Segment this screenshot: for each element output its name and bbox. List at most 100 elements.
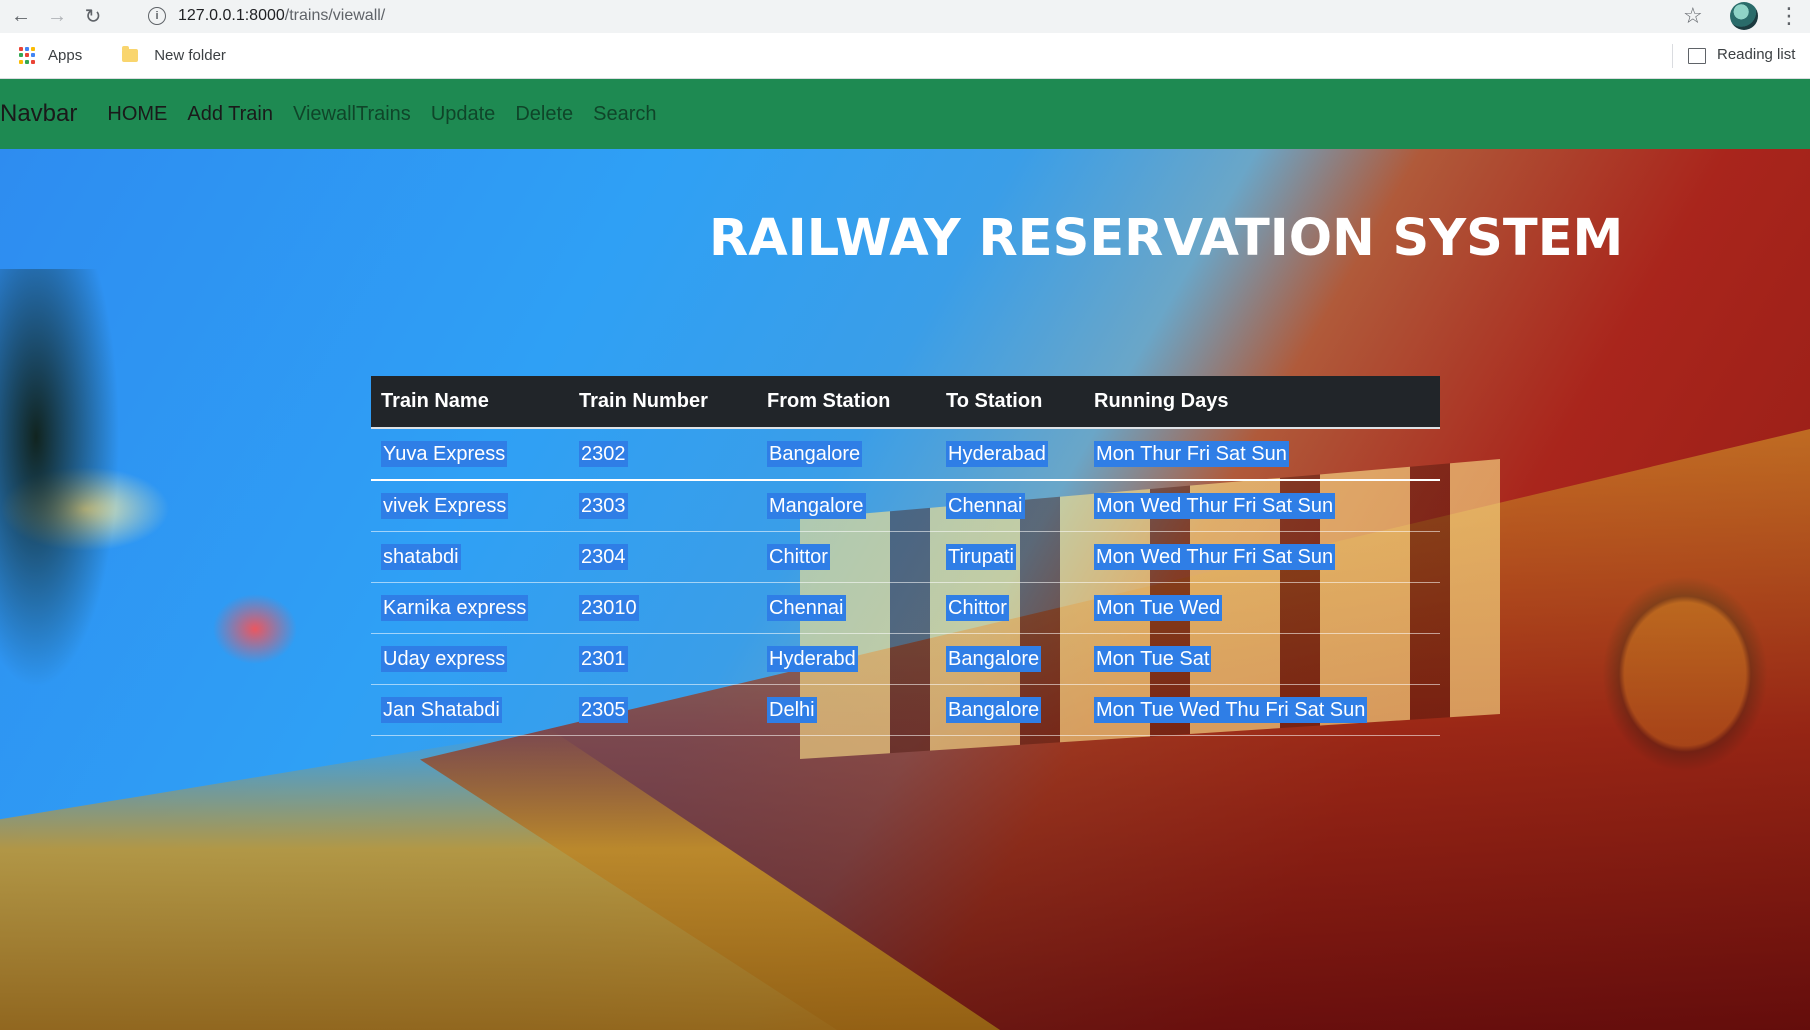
cell-running-days: Mon Thur Fri Sat Sun [1084,428,1440,481]
cell-train-number: 2301 [569,633,757,685]
cell-text: Mon Wed Thur Fri Sat Sun [1094,543,1336,570]
cell-text: Yuva Express [381,440,508,467]
nav-link-home[interactable]: HOME [107,103,167,126]
table-row: Karnika express 23010 Chennai Chittor Mo… [371,582,1440,634]
cell-text: Chennai [767,594,846,621]
cell-to-station: Tirupati [936,531,1084,583]
cell-text: 2305 [579,696,628,723]
cell-text: Jan Shatabdi [381,696,502,723]
cell-text: Bangalore [946,645,1042,672]
cell-text: Bangalore [767,440,863,467]
cell-from-station: Bangalore [757,428,936,481]
cell-train-number: 2305 [569,684,757,736]
table-row: Uday express 2301 Hyderabd Bangalore Mon… [371,633,1440,685]
cell-text: Mon Tue Wed Thu Fri Sat Sun [1094,696,1368,723]
back-arrow-icon[interactable]: ← [6,2,36,32]
cell-running-days: Mon Wed Thur Fri Sat Sun [1084,480,1440,532]
table-header-row: Train Name Train Number From Station To … [371,376,1440,429]
cell-text: shatabdi [381,543,461,570]
table-row: shatabdi 2304 Chittor Tirupati Mon Wed T… [371,531,1440,583]
bookmarks-bar: Apps New folder Reading list [0,33,1810,79]
bookmark-new-folder[interactable]: New folder [154,47,226,64]
cell-text: vivek Express [381,492,509,519]
cell-running-days: Mon Tue Wed Thu Fri Sat Sun [1084,684,1440,736]
nav-link-delete[interactable]: Delete [515,103,573,126]
nav-link-search[interactable]: Search [593,103,656,126]
cell-text: Chittor [767,543,830,570]
bookmark-star-icon[interactable]: ☆ [1683,3,1703,29]
cell-running-days: Mon Tue Wed [1084,582,1440,634]
header-to-station: To Station [936,376,1084,429]
cell-to-station: Hyderabad [936,428,1084,481]
cell-to-station: Bangalore [936,684,1084,736]
reading-list-icon[interactable] [1688,48,1706,64]
cell-text: Hyderabd [767,645,858,672]
cell-from-station: Hyderabd [757,633,936,685]
cell-train-name: Uday express [371,633,569,685]
divider [1672,44,1673,68]
cell-train-name: Jan Shatabdi [371,684,569,736]
url-text[interactable]: 127.0.0.1:8000/trains/viewall/ [178,7,385,25]
cell-text: Hyderabad [946,440,1048,467]
cell-train-number: 2302 [569,428,757,481]
header-train-number: Train Number [569,376,757,429]
apps-grid-icon[interactable] [19,46,37,65]
url-host: 127.0.0.1:8000 [178,7,285,24]
navbar-brand[interactable]: Navbar [0,100,77,128]
cell-train-number: 2303 [569,480,757,532]
cell-text: Karnika express [381,594,529,621]
reading-list-button[interactable]: Reading list [1717,46,1795,63]
bookmark-apps[interactable]: Apps [48,47,82,64]
cell-from-station: Mangalore [757,480,936,532]
cell-train-number: 2304 [569,531,757,583]
page-content: Navbar HOME Add Train ViewallTrains Upda… [0,79,1810,1030]
page-title: RAILWAY RESERVATION SYSTEM [709,209,1624,268]
folder-icon [122,46,139,62]
table-row: vivek Express 2303 Mangalore Chennai Mon… [371,480,1440,532]
cell-to-station: Chennai [936,480,1084,532]
site-info-icon[interactable]: i [148,7,166,25]
cell-running-days: Mon Wed Thur Fri Sat Sun [1084,531,1440,583]
browser-toolbar: ← → ↻ i 127.0.0.1:8000/trains/viewall/ ☆… [0,0,1810,33]
cell-text: Mon Tue Wed [1094,594,1223,621]
header-train-name: Train Name [371,376,569,429]
cell-from-station: Chennai [757,582,936,634]
trains-table: Train Name Train Number From Station To … [371,376,1440,736]
forward-arrow-icon[interactable]: → [42,2,72,32]
url-path: /trains/viewall/ [284,7,386,24]
cell-text: 2302 [579,440,628,467]
profile-avatar[interactable] [1730,2,1758,30]
cell-text: Uday express [381,645,508,672]
address-bar[interactable]: i 127.0.0.1:8000/trains/viewall/ [136,2,1734,30]
cell-train-name: Yuva Express [371,428,569,481]
cell-text: Chennai [946,492,1025,519]
cell-text: 2304 [579,543,628,570]
cell-train-number: 23010 [569,582,757,634]
nav-link-viewall-trains[interactable]: ViewallTrains [293,103,411,126]
menu-kebab-icon[interactable]: ⋮ [1778,3,1800,29]
cell-train-name: Karnika express [371,582,569,634]
cell-text: Mon Tue Sat [1094,645,1212,672]
cell-text: 23010 [579,594,639,621]
cell-train-name: vivek Express [371,480,569,532]
cell-text: 2303 [579,492,628,519]
cell-text: Delhi [767,696,817,723]
cell-text: Mon Wed Thur Fri Sat Sun [1094,492,1336,519]
cell-text: Mangalore [767,492,866,519]
reload-icon[interactable]: ↻ [78,2,108,32]
header-from-station: From Station [757,376,936,429]
nav-link-update[interactable]: Update [431,103,496,126]
cell-to-station: Bangalore [936,633,1084,685]
header-running-days: Running Days [1084,376,1440,429]
navbar: Navbar HOME Add Train ViewallTrains Upda… [0,79,1810,149]
table-row: Yuva Express 2302 Bangalore Hyderabad Mo… [371,428,1440,481]
cell-from-station: Delhi [757,684,936,736]
cell-running-days: Mon Tue Sat [1084,633,1440,685]
cell-text: Bangalore [946,696,1042,723]
cell-text: Tirupati [946,543,1016,570]
cell-text: Chittor [946,594,1009,621]
cell-from-station: Chittor [757,531,936,583]
table-row: Jan Shatabdi 2305 Delhi Bangalore Mon Tu… [371,684,1440,736]
nav-link-add-train[interactable]: Add Train [187,103,273,126]
cell-text: Mon Thur Fri Sat Sun [1094,440,1289,467]
